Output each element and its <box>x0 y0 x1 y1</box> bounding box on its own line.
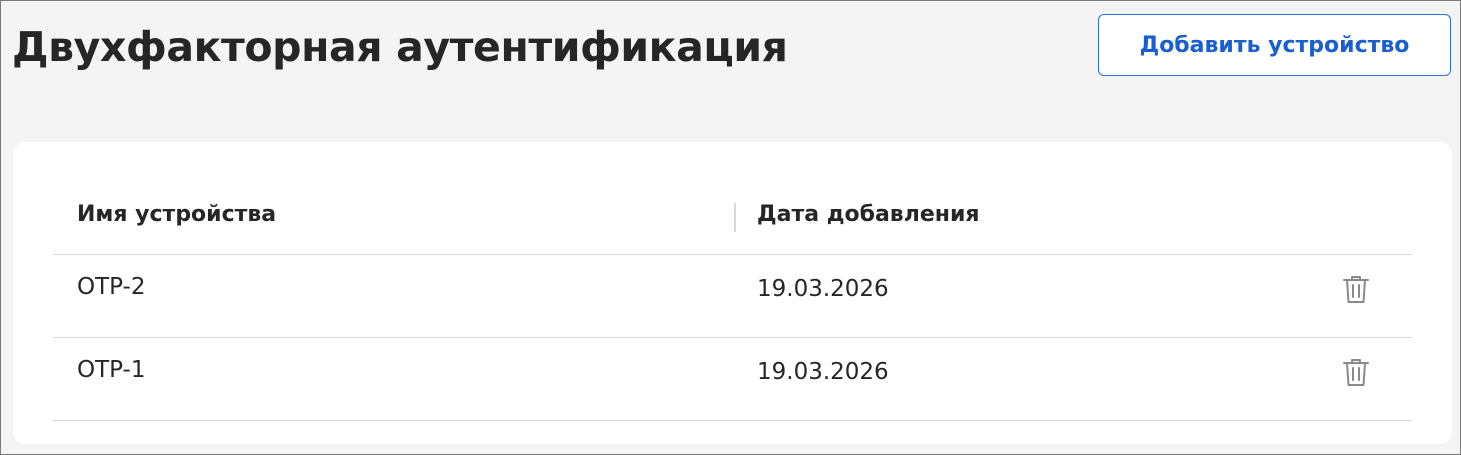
date-added-cell: 19.03.2026 <box>757 359 889 385</box>
column-separator[interactable] <box>734 203 736 232</box>
column-header-device-name: Имя устройства <box>77 202 277 227</box>
device-name-cell: OTP-2 <box>77 274 146 300</box>
table-header: Имя устройства Дата добавления <box>53 142 1413 255</box>
devices-card: Имя устройства Дата добавления OTP-2 19.… <box>13 142 1452 444</box>
page-title: Двухфакторная аутентификация <box>12 23 788 71</box>
delete-device-button[interactable] <box>1339 272 1373 306</box>
device-name-cell: OTP-1 <box>77 357 146 383</box>
two-factor-settings-panel: Двухфакторная аутентификация Добавить ус… <box>0 0 1461 455</box>
trash-icon <box>1343 275 1369 303</box>
add-device-button[interactable]: Добавить устройство <box>1098 14 1451 76</box>
trash-icon <box>1343 358 1369 386</box>
column-header-date-added: Дата добавления <box>757 202 980 227</box>
delete-device-button[interactable] <box>1339 355 1373 389</box>
devices-table: Имя устройства Дата добавления OTP-2 19.… <box>53 142 1413 421</box>
table-row: OTP-2 19.03.2026 <box>53 255 1413 338</box>
table-row: OTP-1 19.03.2026 <box>53 338 1413 421</box>
date-added-cell: 19.03.2026 <box>757 276 889 302</box>
